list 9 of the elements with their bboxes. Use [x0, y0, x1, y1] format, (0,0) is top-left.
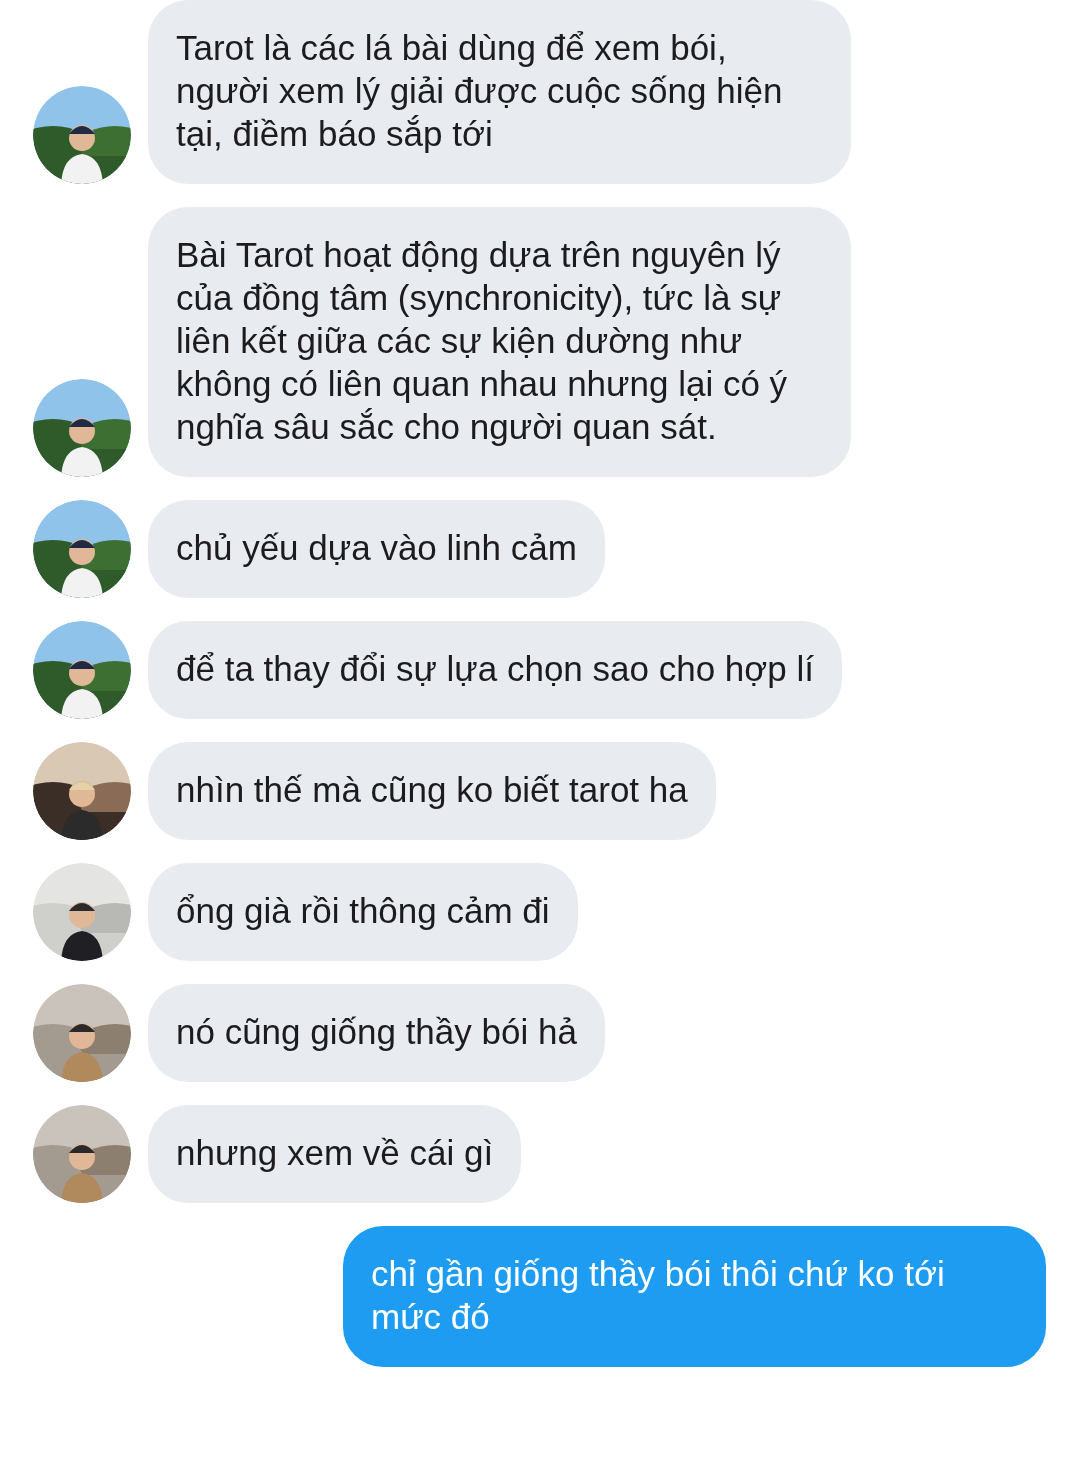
message-bubble: chỉ gần giống thầy bói thôi chứ ko tới mức đó	[343, 1226, 1046, 1367]
message-bubble: để ta thay đổi sự lựa chọn sao cho hợp lí	[148, 621, 842, 719]
message-bubble: nó cũng giống thầy bói hả	[148, 984, 605, 1082]
message-bubble: Bài Tarot hoạt động dựa trên nguyên lý của đồng tâm (synchronicity), tức là sự liên kết giữa các sự kiện dường như không có liên quan nhau nhưng lại có ý nghĩa sâu sắc cho người quan sát.	[148, 207, 851, 477]
message-bubble: nhìn thế mà cũng ko biết tarot ha	[148, 742, 716, 840]
message-bubble: nhưng xem về cái gì	[148, 1105, 522, 1203]
message-bubble: chủ yếu dựa vào linh cảm	[148, 500, 605, 598]
message-bubble: Tarot là các lá bài dùng để xem bói, người xem lý giải được cuộc sống hiện tại, điềm báo sắp tới	[148, 0, 851, 184]
message-bubble: ổng già rồi thông cảm đi	[148, 863, 578, 961]
